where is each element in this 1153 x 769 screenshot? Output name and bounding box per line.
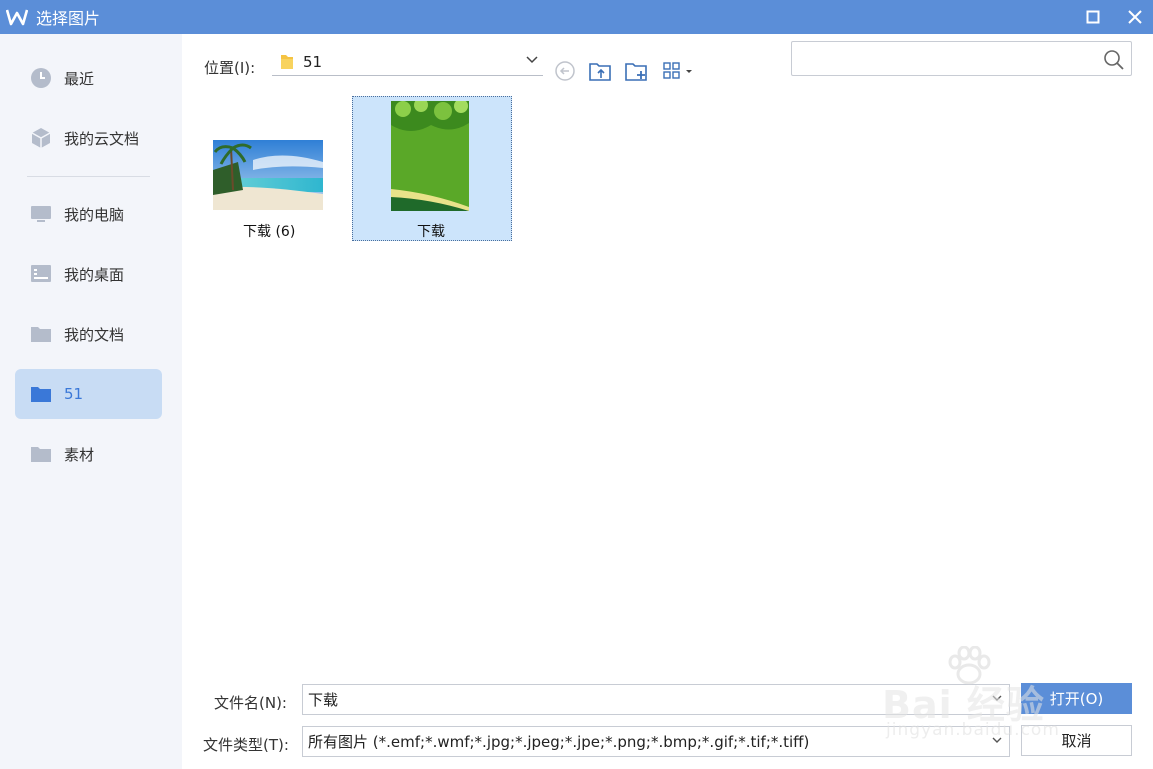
sidebar-item-cloud-docs[interactable]: 我的云文档 [15,113,162,163]
view-mode-button[interactable] [661,58,695,84]
window-title: 选择图片 [36,9,101,28]
sidebar-item-desktop[interactable]: 我的桌面 [15,249,162,299]
new-folder-button[interactable] [623,58,649,84]
filetype-label: 文件类型(T): [203,736,289,754]
sidebar: 最近 我的云文档 我的电脑 我的桌面 我的文档 51 素材 [0,34,182,769]
maximize-button[interactable] [1076,0,1110,34]
filetype-value: 所有图片 (*.emf;*.wmf;*.jpg;*.jpeg;*.jpe;*.p… [308,733,810,751]
sidebar-item-label: 我的云文档 [64,129,140,148]
back-arrow-icon [555,61,575,81]
cloud-box-icon [30,127,52,149]
desktop-icon [30,263,52,285]
chevron-down-icon [526,56,538,64]
file-name: 下载 [417,224,445,240]
sidebar-divider [27,176,150,177]
sidebar-item-label: 我的电脑 [64,205,125,224]
folder-icon [30,383,52,405]
grid-view-icon [663,62,692,79]
sidebar-item-materials[interactable]: 素材 [15,429,162,479]
maximize-icon [1086,10,1100,24]
wps-logo-icon [6,9,28,26]
title-bar: 选择图片 [0,0,1153,34]
up-folder-button[interactable] [587,58,613,84]
location-label: 位置(I): [204,59,256,77]
filename-value: 下载 [308,691,339,709]
sidebar-item-label: 我的文档 [64,325,125,344]
file-item-download-6[interactable]: 下载 (6) [206,97,330,240]
filename-label: 文件名(N): [214,694,287,712]
file-name: 下载 (6) [243,224,296,240]
clock-icon [30,67,52,89]
chevron-down-icon[interactable] [991,693,1003,703]
close-button[interactable] [1118,0,1152,34]
sidebar-item-documents[interactable]: 我的文档 [15,309,162,359]
back-button[interactable] [552,58,578,84]
folder-up-icon [589,63,611,81]
paw-icon [948,646,991,685]
cancel-button[interactable]: 取消 [1021,725,1132,756]
sidebar-item-recent[interactable]: 最近 [15,53,162,103]
file-thumbnail [213,140,323,210]
new-folder-icon [625,63,647,81]
filetype-select[interactable]: 所有图片 (*.emf;*.wmf;*.jpg;*.jpeg;*.jpe;*.p… [302,726,1010,757]
sidebar-item-my-computer[interactable]: 我的电脑 [15,189,162,239]
sidebar-item-51[interactable]: 51 [15,369,162,419]
sidebar-item-label: 51 [64,385,84,403]
sidebar-item-label: 最近 [64,69,95,88]
chevron-down-icon [992,737,1002,743]
computer-icon [30,203,52,225]
folder-icon [30,323,52,345]
filename-field[interactable]: 下载 [302,684,1010,715]
search-box[interactable] [791,41,1132,76]
open-button[interactable]: 打开(O) [1021,683,1132,714]
location-value: 51 [303,53,323,71]
search-icon[interactable] [1103,49,1125,71]
location-dropdown[interactable]: 51 [272,49,543,76]
sidebar-item-label: 素材 [64,445,95,464]
folder-icon [281,55,293,69]
file-item-download[interactable]: 下载 [352,96,512,241]
search-input[interactable] [792,42,1092,75]
close-icon [1128,10,1142,24]
folder-icon [30,443,52,465]
sidebar-item-label: 我的桌面 [64,265,125,284]
file-thumbnail [391,101,469,211]
